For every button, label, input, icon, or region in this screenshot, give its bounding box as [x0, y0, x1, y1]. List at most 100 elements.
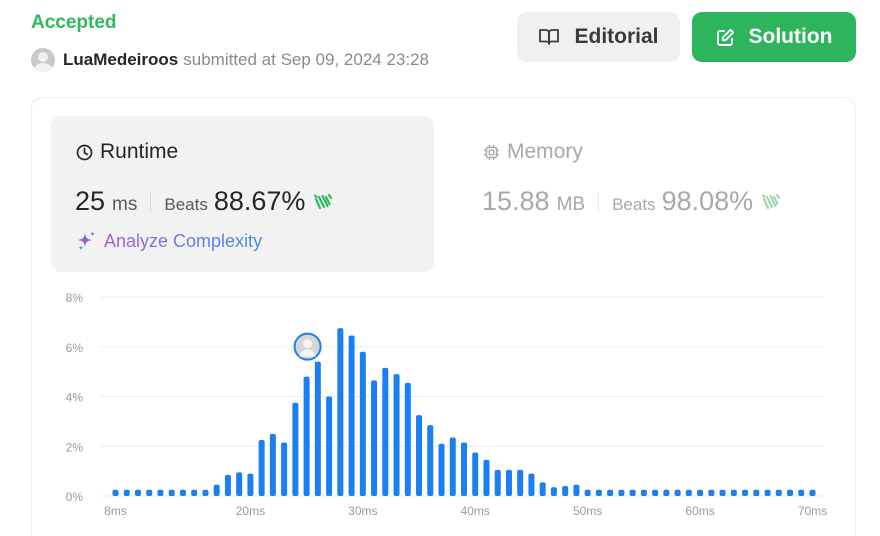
chart-bar[interactable] — [202, 489, 209, 496]
runtime-title: Runtime — [100, 140, 179, 163]
chart-bar[interactable] — [550, 487, 557, 496]
chart-bar[interactable] — [314, 361, 321, 496]
clap-icon — [762, 193, 781, 209]
chart-bar[interactable] — [438, 443, 445, 496]
chart-bar[interactable] — [730, 489, 737, 496]
chart-bar[interactable] — [382, 367, 389, 496]
chart-bar[interactable] — [303, 376, 310, 496]
chart-bar[interactable] — [393, 374, 400, 496]
runtime-beats-percent: 88.67% — [213, 186, 306, 216]
chart-bar[interactable] — [573, 484, 580, 496]
memory-value: 15.88 — [482, 186, 550, 216]
chart-bar[interactable] — [427, 425, 434, 496]
chart-bar[interactable] — [416, 415, 423, 496]
editorial-label: Editorial — [574, 25, 659, 48]
memory-beats-label: Beats — [612, 195, 656, 214]
chart-bar[interactable] — [505, 469, 512, 496]
user-avatar[interactable] — [31, 48, 55, 72]
chart-bar[interactable] — [123, 489, 130, 496]
chart-bar[interactable] — [472, 452, 479, 496]
analyze-complexity-label: Analyze Complexity — [104, 230, 263, 251]
submission-status: Accepted — [31, 12, 117, 33]
chart-bar[interactable] — [247, 473, 254, 496]
chart-bar[interactable] — [461, 442, 467, 496]
chart-bar[interactable] — [528, 473, 535, 496]
chart-bar[interactable] — [775, 489, 782, 496]
runtime-unit: ms — [112, 194, 138, 215]
chart-bar[interactable] — [640, 489, 647, 496]
chart-bar[interactable] — [629, 489, 636, 496]
chart-bar[interactable] — [326, 396, 333, 497]
chart-bar[interactable] — [742, 489, 749, 496]
chart-bar[interactable] — [595, 489, 602, 496]
chart-bar[interactable] — [157, 489, 164, 496]
username[interactable]: LuaMedeiroos — [63, 50, 178, 70]
chip-icon — [484, 144, 499, 160]
solution-label: Solution — [748, 25, 833, 48]
memory-panel[interactable]: Memory 15.88 MB Beats 98.08% — [458, 116, 841, 272]
edit-icon — [716, 28, 734, 46]
chart-bar[interactable] — [618, 489, 625, 496]
runtime-panel[interactable]: Runtime 25 ms Beats 88.67% Analyze Compl… — [51, 116, 434, 272]
analyze-complexity-link[interactable]: Analyze Complexity — [76, 230, 262, 252]
chart-bar[interactable] — [494, 469, 501, 496]
memory-beats-percent: 98.08% — [661, 186, 754, 216]
memory-header: Memory — [483, 140, 583, 164]
chart-bar[interactable] — [179, 489, 186, 496]
chart-bar[interactable] — [539, 482, 546, 496]
runtime-value: 25 — [75, 186, 106, 216]
chart-bar[interactable] — [292, 402, 299, 496]
chart-bar[interactable] — [584, 489, 591, 496]
runtime-values: 25 ms Beats 88.67% — [75, 186, 333, 217]
chart-bar[interactable] — [483, 459, 490, 496]
chart-bar[interactable] — [708, 489, 715, 496]
chart-bar[interactable] — [213, 484, 220, 496]
chart-bar[interactable] — [719, 489, 726, 496]
chart-bar[interactable] — [168, 489, 175, 496]
user-position-avatar[interactable] — [293, 332, 322, 361]
chart-bar[interactable] — [404, 382, 411, 496]
memory-title: Memory — [507, 140, 583, 163]
chart-bar[interactable] — [112, 489, 119, 496]
submission-info: LuaMedeiroos submitted at Sep 09, 2024 2… — [31, 47, 429, 73]
chart-bar[interactable] — [663, 489, 670, 496]
chart-bar[interactable] — [685, 489, 692, 496]
chart-bar[interactable] — [371, 380, 378, 496]
chart-bar[interactable] — [449, 437, 456, 496]
chart-bar[interactable] — [281, 442, 288, 496]
divider — [598, 191, 600, 212]
runtime-beats-label: Beats — [164, 195, 208, 214]
chart-bar[interactable] — [348, 335, 355, 496]
clock-icon — [76, 144, 93, 160]
book-open-icon — [539, 29, 560, 45]
chart-bar[interactable] — [146, 489, 153, 496]
chart-bar[interactable] — [269, 433, 276, 496]
chart-bar[interactable] — [236, 472, 243, 496]
chart-bar[interactable] — [764, 489, 771, 496]
chart-bar[interactable] — [134, 489, 141, 496]
chart-bar[interactable] — [652, 489, 659, 496]
sparkle-icon — [78, 231, 96, 251]
chart-bar[interactable] — [674, 489, 681, 496]
memory-unit: MB — [556, 194, 586, 215]
memory-values: 15.88 MB Beats 98.08% — [482, 186, 781, 217]
chart-bar[interactable] — [562, 486, 569, 496]
clap-icon — [314, 193, 333, 209]
chart-bar[interactable] — [258, 440, 265, 496]
editorial-button[interactable]: Editorial — [517, 12, 680, 62]
chart-bar[interactable] — [697, 489, 704, 496]
submitted-at-text: submitted at Sep 09, 2024 23:28 — [183, 50, 429, 69]
solution-button[interactable]: Solution — [692, 12, 856, 62]
chart-bar[interactable] — [809, 489, 816, 496]
chart-bar[interactable] — [337, 328, 344, 496]
chart-bar[interactable] — [753, 489, 760, 496]
chart-bar[interactable] — [359, 351, 366, 496]
chart-bar[interactable] — [191, 489, 198, 496]
runtime-header: Runtime — [76, 140, 178, 164]
chart-bar[interactable] — [607, 489, 614, 496]
chart-bar[interactable] — [787, 489, 794, 496]
divider — [150, 191, 152, 212]
chart-bar[interactable] — [517, 469, 524, 496]
chart-bar[interactable] — [798, 489, 805, 496]
chart-bar[interactable] — [224, 474, 231, 496]
